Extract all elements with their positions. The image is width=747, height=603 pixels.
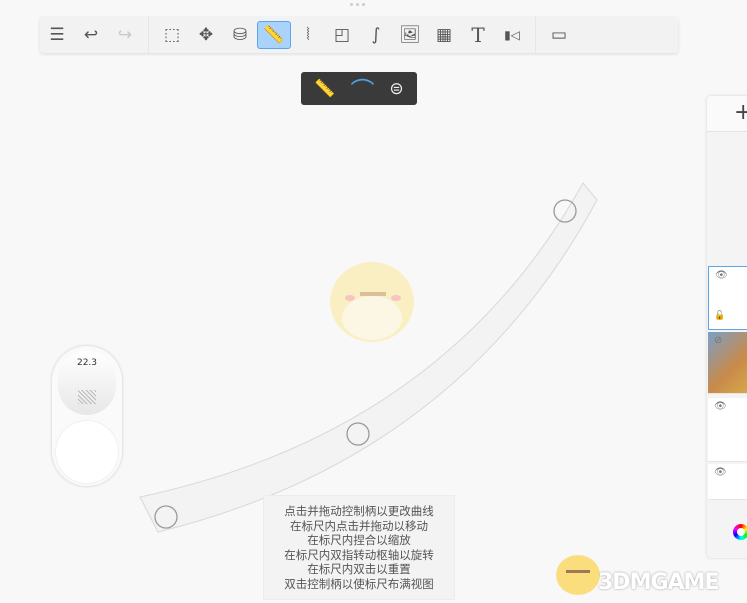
layer-item[interactable]: 👁	[708, 398, 747, 462]
eye-hidden-icon[interactable]: ⊘	[714, 335, 722, 346]
hint-line: 点击并拖动控制柄以更改曲线	[284, 504, 434, 518]
eye-icon[interactable]: 👁	[714, 401, 727, 412]
watermark-logo: 3DMGAME	[598, 570, 719, 595]
opacity-knob[interactable]	[56, 421, 118, 483]
mascot-watermark	[330, 262, 414, 342]
hint-line: 在标尺内双指转动枢轴以旋转	[284, 547, 434, 562]
mascot-logo	[556, 555, 600, 595]
eye-icon[interactable]: 👁	[714, 467, 727, 478]
hint-line: 在标尺内点击并拖动以移动	[290, 518, 428, 533]
ruler-hint: 点击并拖动控制柄以更改曲线 在标尺内点击并拖动以移动 在标尺内捏合以缩放 在标尺…	[263, 495, 455, 600]
lock-icon[interactable]: 🔓	[714, 311, 725, 321]
hint-line: 在标尺内捏合以缩放	[307, 533, 411, 547]
texture-preview	[78, 390, 96, 404]
hint-line: 双击控制柄以使标尺布满视图	[284, 576, 434, 591]
layer-item[interactable]: 👁 🔓	[708, 266, 747, 330]
eye-icon[interactable]: 👁	[715, 270, 728, 281]
hint-line: 在标尺内双击以重置	[307, 562, 411, 576]
layers-panel: + 👁 🔓 ⊘ 👁 👁	[707, 96, 747, 558]
layer-item[interactable]: 👁	[708, 464, 747, 500]
layer-item[interactable]: ⊘	[708, 332, 747, 394]
brush-size-slider[interactable]: 22.3	[52, 346, 122, 486]
curve-ruler[interactable]	[139, 182, 598, 533]
brush-size-value: 22.3	[76, 358, 98, 368]
color-wheel-icon[interactable]	[733, 524, 747, 540]
add-layer-button[interactable]: +	[707, 96, 747, 132]
